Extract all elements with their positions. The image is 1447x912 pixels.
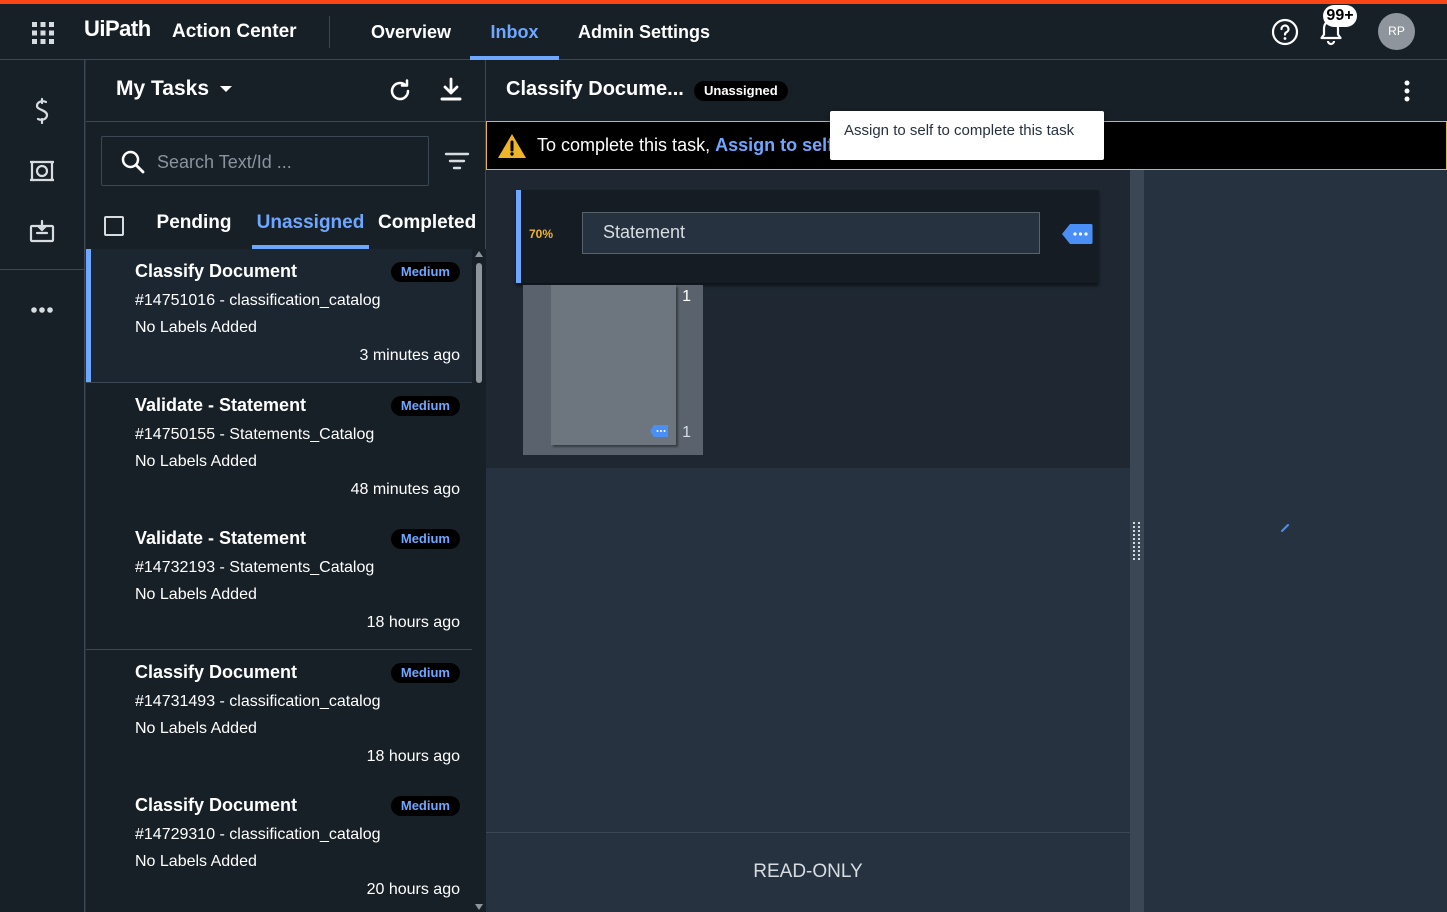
search-box (101, 136, 429, 186)
task-id: #14729310 - classification_catalog (135, 826, 381, 843)
assign-to-self-link[interactable]: Assign to self (715, 135, 833, 155)
page-thumbnail[interactable]: 1 1 (523, 285, 703, 455)
task-id: #14732193 - Statements_Catalog (135, 559, 375, 576)
more-icon[interactable] (30, 306, 54, 314)
task-labels: No Labels Added (135, 319, 257, 336)
task-detail-pane: Classify Docume... Unassigned To complet… (486, 60, 1447, 912)
task-labels: No Labels Added (135, 720, 257, 737)
page-count: 1 (682, 424, 691, 441)
warning-text: To complete this task, (537, 135, 716, 155)
brand-logo[interactable]: UiPath (84, 16, 151, 42)
topbar-divider (329, 16, 330, 48)
task-title: Validate - Statement (135, 528, 307, 548)
rail-divider (0, 269, 85, 270)
confidence-score: 70% (529, 227, 554, 241)
document-type-field[interactable]: Statement (582, 212, 1040, 254)
refresh-icon[interactable] (386, 77, 414, 105)
task-title: Classify Document (135, 662, 298, 682)
status-badge: Unassigned (694, 81, 788, 101)
queue-icon[interactable] (28, 217, 56, 245)
task-time: 18 hours ago (366, 614, 460, 631)
task-time: 18 hours ago (366, 748, 460, 765)
select-all-checkbox[interactable] (104, 216, 124, 236)
pane-splitter[interactable] (1130, 170, 1144, 912)
task-id: #14731493 - classification_catalog (135, 693, 381, 710)
tab-unassigned[interactable]: Unassigned (252, 203, 369, 249)
classification-card: 70% Statement (516, 190, 1099, 283)
priority-badge: Medium (390, 262, 460, 282)
more-options-icon[interactable] (1400, 78, 1414, 104)
task-title: Classify Document (135, 261, 298, 281)
task-id: #14750155 - Statements_Catalog (135, 426, 375, 443)
task-time: 20 hours ago (366, 881, 460, 898)
task-labels: No Labels Added (135, 853, 257, 870)
loading-spinner-icon (1281, 524, 1289, 532)
task-title: Classify Document (135, 795, 298, 815)
download-icon[interactable] (438, 76, 464, 104)
task-title: Validate - Statement (135, 395, 307, 415)
chevron-down-icon[interactable] (220, 86, 232, 92)
tab-completed[interactable]: Completed (378, 203, 476, 249)
assign-tooltip: Assign to self to complete this task (830, 111, 1104, 160)
document-area: 70% Statement 1 1 (486, 170, 1130, 468)
nav-admin-settings[interactable]: Admin Settings (568, 4, 720, 60)
help-icon[interactable] (1271, 18, 1299, 46)
task-time: 48 minutes ago (350, 481, 460, 498)
task-item[interactable]: Validate - Statement Medium #14750155 - … (86, 383, 472, 517)
filter-icon[interactable] (444, 150, 470, 172)
drag-handle-icon[interactable] (1133, 522, 1141, 562)
product-name: Action Center (172, 21, 297, 42)
task-list: Classify Document Medium #14751016 - cla… (86, 249, 472, 912)
detail-title: Classify Docume... (506, 78, 684, 100)
tab-pending[interactable]: Pending (150, 203, 238, 249)
left-rail (0, 60, 85, 912)
processes-icon[interactable] (28, 97, 56, 125)
app-launcher-icon[interactable] (32, 22, 54, 44)
task-item[interactable]: Classify Document Medium #14751016 - cla… (86, 249, 472, 383)
search-icon (121, 150, 145, 174)
document-viewer-pane (1144, 170, 1447, 912)
tag-icon[interactable] (1061, 223, 1093, 245)
monitor-icon[interactable] (28, 157, 56, 185)
search-input[interactable] (157, 147, 417, 177)
list-header-divider (86, 121, 486, 122)
scroll-down-icon[interactable] (475, 904, 483, 910)
task-item[interactable]: Classify Document Medium #14731493 - cla… (86, 650, 472, 784)
task-item[interactable]: Validate - Statement Medium #14732193 - … (86, 516, 472, 650)
scroll-up-icon[interactable] (475, 251, 483, 257)
page-tag-icon (650, 425, 668, 437)
task-labels: No Labels Added (135, 453, 257, 470)
page-preview (551, 285, 676, 445)
priority-badge: Medium (390, 396, 460, 416)
notification-count-badge: 99+ (1323, 5, 1357, 27)
priority-badge: Medium (390, 796, 460, 816)
task-time: 3 minutes ago (359, 347, 460, 364)
nav-overview[interactable]: Overview (358, 4, 464, 60)
priority-badge: Medium (390, 663, 460, 683)
top-bar: UiPath Action Center Overview Inbox Admi… (0, 4, 1447, 60)
task-item[interactable]: Classify Document Medium #14729310 - cla… (86, 783, 472, 912)
warning-icon (498, 134, 526, 158)
task-list-scrollbar[interactable] (472, 249, 486, 912)
task-id: #14751016 - classification_catalog (135, 292, 381, 309)
readonly-footer: READ-ONLY (486, 832, 1130, 912)
readonly-label: READ-ONLY (753, 861, 863, 882)
nav-inbox[interactable]: Inbox (470, 4, 559, 60)
task-list-pane: My Tasks Pending Unassigned Completed Cl… (86, 60, 486, 912)
page-number: 1 (682, 288, 691, 305)
priority-badge: Medium (390, 529, 460, 549)
warning-message: To complete this task, Assign to self (537, 135, 833, 156)
user-avatar[interactable]: RP (1378, 13, 1415, 50)
scrollbar-thumb[interactable] (476, 263, 482, 383)
my-tasks-dropdown[interactable]: My Tasks (116, 77, 209, 101)
task-labels: No Labels Added (135, 586, 257, 603)
